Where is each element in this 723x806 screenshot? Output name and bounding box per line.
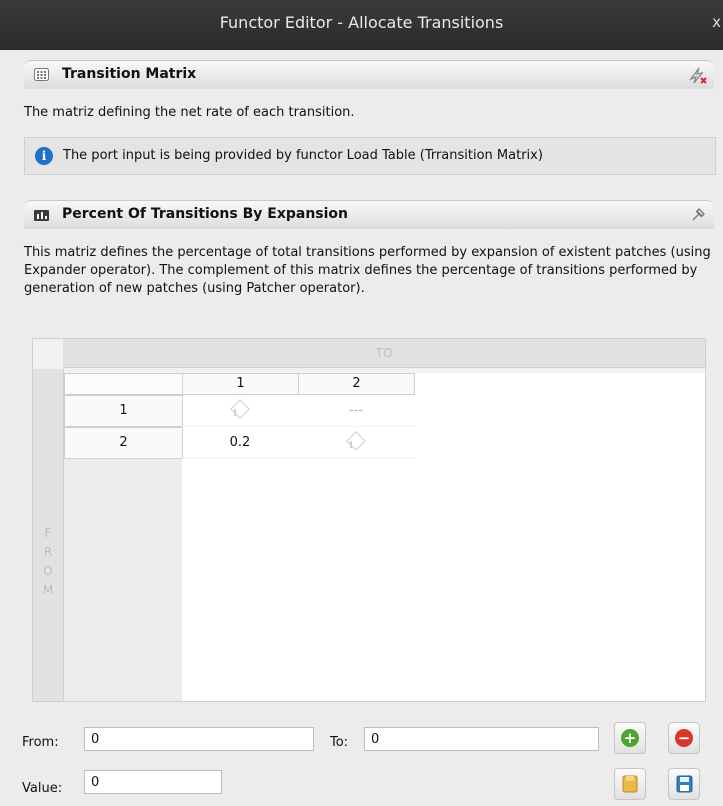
- percent-section-title: Percent Of Transitions By Expansion: [62, 206, 349, 222]
- transition-matrix-description: The matriz defining the net rate of each…: [24, 105, 355, 120]
- grid-icon: [34, 68, 49, 81]
- to-label: To:: [330, 735, 349, 750]
- port-info-box: i The port input is being provided by fu…: [24, 137, 716, 175]
- warning-diamond-icon: !: [230, 399, 250, 419]
- matrix-chart-icon: [34, 210, 49, 221]
- info-icon: i: [35, 147, 53, 165]
- row-header-1[interactable]: 1: [64, 395, 183, 427]
- from-label: From:: [22, 735, 59, 750]
- unlink-icon[interactable]: [688, 65, 708, 85]
- port-info-text: The port input is being provided by func…: [63, 148, 543, 163]
- remove-icon: −: [675, 729, 693, 747]
- percent-section-description: This matriz defines the percentage of to…: [24, 245, 711, 296]
- add-button[interactable]: +: [614, 722, 646, 754]
- matrix-cell-1-2[interactable]: ---: [298, 395, 414, 427]
- value-input[interactable]: [84, 770, 222, 794]
- row-header-2[interactable]: 2: [64, 427, 183, 459]
- to-input[interactable]: [364, 727, 599, 751]
- matrix-cell-2-1[interactable]: 0.2: [182, 427, 298, 459]
- matrix-cell-2-2[interactable]: !: [298, 427, 414, 459]
- from-letter: O: [43, 564, 53, 578]
- to-axis-label: TO: [63, 339, 705, 368]
- save-icon: [676, 775, 693, 793]
- close-icon[interactable]: x: [712, 13, 721, 31]
- remove-button[interactable]: −: [668, 722, 700, 754]
- detach-icon[interactable]: [690, 207, 706, 223]
- window-title: Functor Editor - Allocate Transitions: [219, 13, 504, 32]
- column-header-1[interactable]: 1: [182, 373, 299, 395]
- matrix-grid: 1 2 1 ! --- 2 0.2 !: [64, 373, 705, 701]
- matrix-cell-1-1[interactable]: !: [182, 395, 298, 427]
- percent-section-header[interactable]: Percent Of Transitions By Expansion: [24, 200, 714, 229]
- from-letter: R: [43, 545, 53, 559]
- expansion-matrix: TO F R O M 1 2 1 ! --- 2 0.2 !: [32, 338, 706, 702]
- add-icon: +: [621, 729, 639, 747]
- from-letter: F: [44, 526, 52, 540]
- transition-matrix-header[interactable]: Transition Matrix: [24, 60, 714, 89]
- from-input[interactable]: [84, 727, 314, 751]
- value-label: Value:: [22, 781, 63, 796]
- from-axis-label: F R O M: [33, 369, 64, 701]
- warning-diamond-icon: !: [346, 431, 366, 451]
- from-letter: M: [42, 583, 54, 597]
- save-button[interactable]: [668, 768, 700, 800]
- open-button[interactable]: [614, 768, 646, 800]
- column-header-2[interactable]: 2: [298, 373, 415, 395]
- window-titlebar: Functor Editor - Allocate Transitions x: [0, 0, 723, 50]
- transition-matrix-title: Transition Matrix: [62, 66, 197, 82]
- matrix-corner: [64, 373, 183, 395]
- open-icon: [622, 775, 638, 793]
